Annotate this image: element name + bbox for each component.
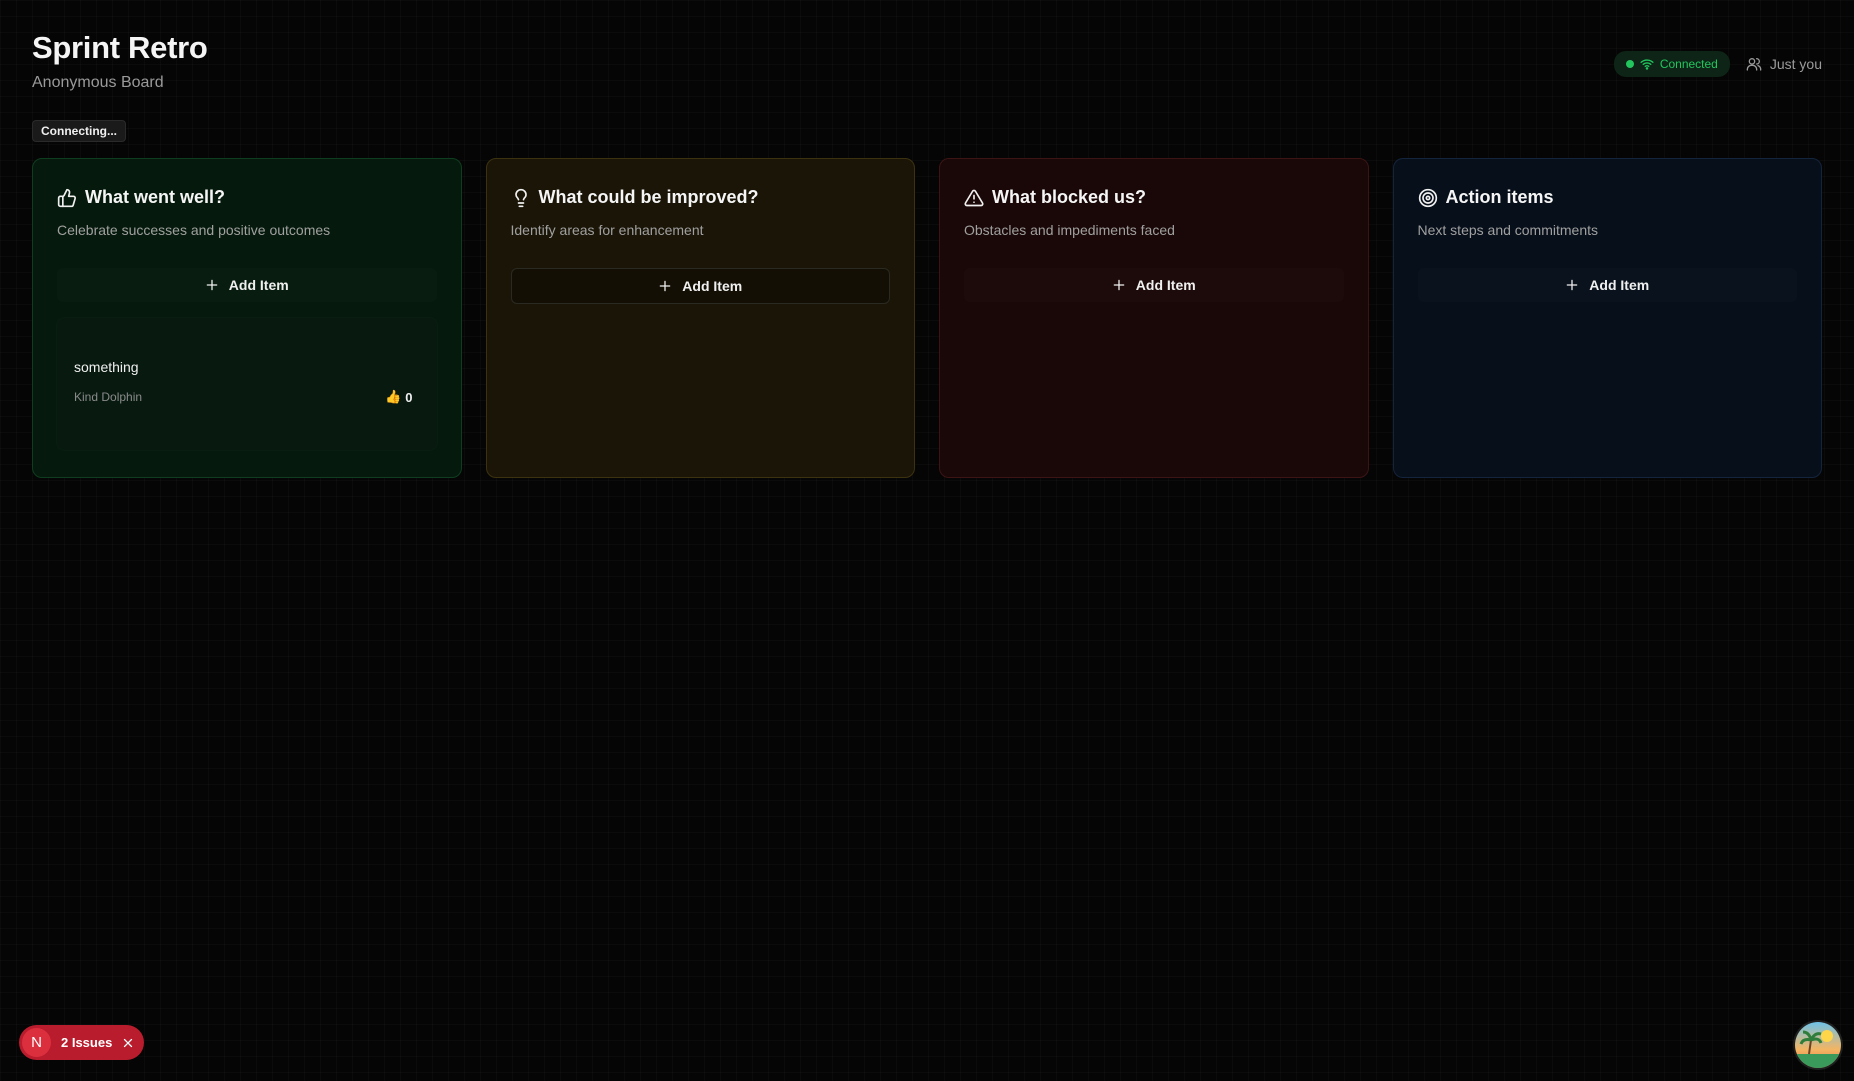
add-item-label: Add Item [682,278,743,294]
issues-label: 2 Issues [61,1035,113,1050]
card-text: something [74,359,139,375]
add-item-button[interactable]: Add Item [964,268,1344,302]
plus-icon [1565,278,1579,292]
assistant-avatar[interactable] [1795,1022,1841,1068]
column-blocked: What blocked us? Obstacles and impedimen… [939,158,1369,478]
column-description: Celebrate successes and positive outcome… [57,222,331,238]
target-icon [1418,188,1438,208]
page-title: Sprint Retro [32,30,208,65]
column-header: What went well? [57,187,437,208]
thumbs-up-icon [57,188,77,208]
users-icon [1746,56,1762,72]
plus-icon [205,278,219,292]
column-description: Obstacles and impediments faced [964,222,1175,238]
plus-icon [1112,278,1126,292]
dev-issues-badge[interactable]: N 2 Issues [19,1025,145,1060]
participants-indicator: Just you [1746,56,1822,72]
plus-icon [658,279,672,293]
add-item-button[interactable]: Add Item [1418,268,1798,302]
column-description: Next steps and commitments [1417,222,1599,238]
warning-triangle-icon [964,188,984,208]
connecting-status: Connecting... [32,120,126,142]
column-header: Action items [1418,187,1798,208]
add-item-button[interactable]: Add Item [510,268,890,304]
retro-card[interactable]: something Kind Dolphin 👍 0 [57,318,437,450]
add-item-label: Add Item [1589,277,1650,293]
column-description: Identify areas for enhancement [510,222,704,238]
participants-label: Just you [1769,56,1822,72]
nextjs-logo-icon: N [22,1028,51,1057]
connection-status-badge: Connected [1613,51,1730,77]
column-title: What blocked us? [992,187,1147,207]
column-action-items: Action items Next steps and commitments … [1392,158,1822,478]
status-dot [1625,60,1634,68]
status-bar: Connected Just you [1613,51,1822,77]
thumbs-up-emoji-icon: 👍 [385,389,402,404]
lightbulb-icon [511,188,531,208]
column-title: What could be improved? [538,187,759,207]
add-item-label: Add Item [1135,277,1196,293]
close-icon[interactable] [122,1037,134,1049]
add-item-label: Add Item [228,277,289,293]
page-header: Sprint Retro Anonymous Board [32,30,208,92]
wifi-icon [1640,58,1654,70]
column-header: What blocked us? [964,187,1344,208]
column-went-well: What went well? Celebrate successes and … [32,158,462,478]
card-author: Kind Dolphin [74,390,143,404]
connection-status-label: Connected [1659,57,1718,71]
page-subtitle: Anonymous Board [32,74,164,91]
column-could-improve: What could be improved? Identify areas f… [485,158,915,478]
column-header: What could be improved? [511,187,891,208]
column-title: What went well? [85,187,226,207]
column-title: Action items [1445,187,1554,207]
vote-button[interactable]: 👍 0 [385,389,412,405]
retro-columns: What went well? Celebrate successes and … [32,158,1822,478]
add-item-button[interactable]: Add Item [57,268,437,302]
vote-count: 0 [405,389,413,405]
